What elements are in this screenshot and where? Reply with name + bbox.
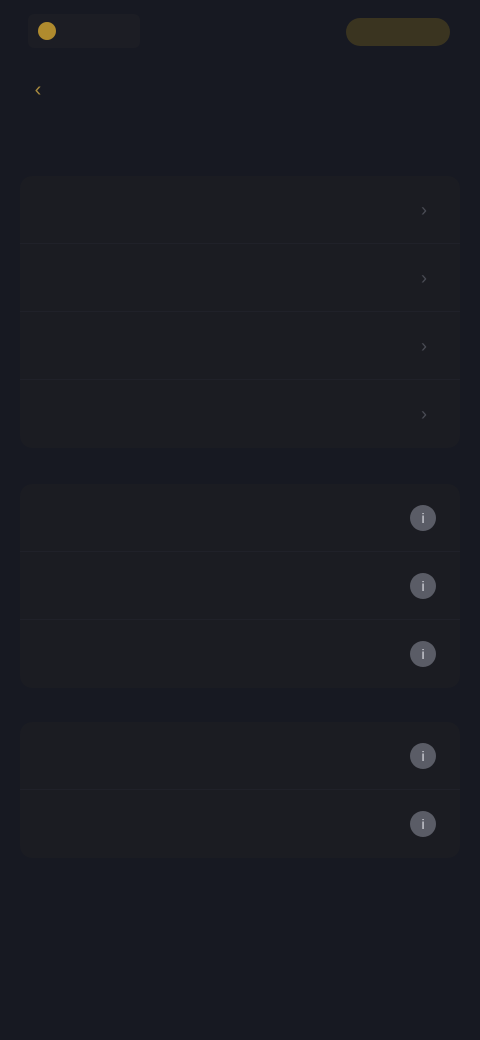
chevron-right-icon: › <box>421 404 427 424</box>
chevron-right-icon: › <box>421 335 427 356</box>
top-action-button[interactable] <box>346 18 450 46</box>
info-icon: i <box>410 572 436 599</box>
top-bar <box>0 0 480 64</box>
menu-item[interactable]: i <box>20 790 460 858</box>
menu-item[interactable]: i <box>20 722 460 790</box>
menu-item[interactable]: › <box>20 380 460 448</box>
chevron-right-icon: › <box>421 267 427 288</box>
logo-mark-icon <box>38 22 56 40</box>
menu-group-3: i i <box>20 722 460 858</box>
chevron-right-icon: › <box>421 199 427 220</box>
menu-item[interactable]: i <box>20 484 460 552</box>
info-icon: i <box>410 641 436 667</box>
menu-item[interactable]: i <box>20 620 460 688</box>
info-icon: i <box>410 811 436 837</box>
footer-links <box>0 924 480 960</box>
menu-item[interactable]: i <box>20 552 460 620</box>
settings-screen: ‹ › › › › i i i i i <box>0 0 480 1040</box>
logo[interactable] <box>28 14 140 48</box>
info-icon: i <box>410 742 436 769</box>
menu-item[interactable]: › <box>20 312 460 380</box>
info-icon: i <box>410 504 436 531</box>
menu-group-1: › › › › <box>20 176 460 448</box>
menu-group-2: i i i <box>20 484 460 688</box>
menu-item[interactable]: › <box>20 244 460 312</box>
menu-item[interactable]: › <box>20 176 460 244</box>
chevron-left-icon[interactable]: ‹ <box>24 78 52 102</box>
